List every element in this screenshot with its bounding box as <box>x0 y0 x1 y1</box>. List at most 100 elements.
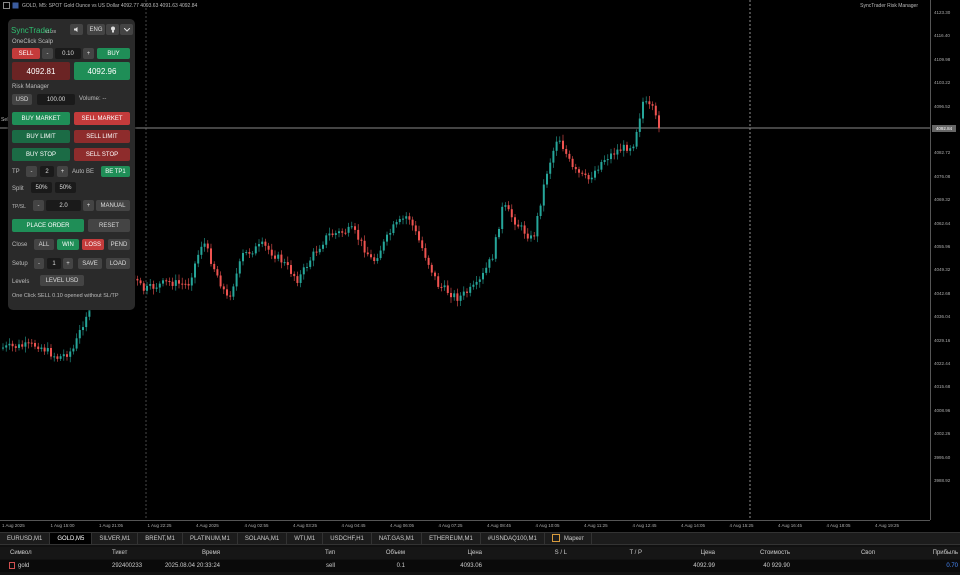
lot-plus-button[interactable]: + <box>83 48 94 59</box>
candle <box>315 245 318 257</box>
load-button[interactable]: LOAD <box>106 258 130 269</box>
candle <box>40 344 43 352</box>
menu-icon[interactable] <box>12 2 19 9</box>
sound-icon[interactable] <box>70 24 83 35</box>
candle <box>309 257 312 270</box>
position-row[interactable]: gold 292400233 2025.08.04 20:33:24 sell 0.1 4… <box>0 560 960 572</box>
symbol-info: GOLD, M5: SPOT Gold Ounce vs US Dollar 4… <box>22 3 198 9</box>
candle <box>507 201 510 212</box>
buy-stop-button[interactable]: BUY STOP <box>12 148 70 161</box>
column-header[interactable]: T / P <box>629 550 642 556</box>
candle <box>600 159 603 173</box>
save-button[interactable]: SAVE <box>78 258 102 269</box>
chart-area[interactable]: GOLD, M5: SPOT Gold Ounce vs US Dollar 4… <box>0 0 930 520</box>
tab-label: #USNDAQ100,M1 <box>487 536 537 542</box>
column-header[interactable]: Тикет <box>112 550 127 556</box>
candle <box>232 283 235 301</box>
price-tick: 3988.92 <box>934 478 951 483</box>
be-tp1-button[interactable]: BE TP1 <box>101 166 130 177</box>
tpsl-minus-button[interactable]: - <box>33 200 44 211</box>
tpsl-plus-button[interactable]: + <box>83 200 94 211</box>
candle <box>587 172 590 184</box>
column-header[interactable]: Цена <box>701 550 715 556</box>
time-tick: 1 Aug 21:05 <box>99 523 124 528</box>
lot-input[interactable]: 0.10 <box>55 48 81 59</box>
lot-minus-button[interactable]: - <box>42 48 53 59</box>
risk-currency-button[interactable]: USD <box>12 94 32 105</box>
candle <box>626 141 628 154</box>
sell-market-button[interactable]: SELL MARKET <box>74 112 130 125</box>
candle <box>229 291 232 301</box>
column-header[interactable]: Символ <box>10 550 32 556</box>
column-header[interactable]: Время <box>202 550 220 556</box>
risk-amount-input[interactable]: 100.00 <box>37 94 75 105</box>
reset-button[interactable]: RESET <box>88 219 130 232</box>
candle <box>603 155 606 165</box>
candle <box>456 288 459 307</box>
candle <box>405 212 408 225</box>
sell-limit-button[interactable]: SELL LIMIT <box>74 130 130 143</box>
candle <box>34 339 36 350</box>
candle <box>366 246 369 257</box>
candle <box>53 352 56 362</box>
candle <box>344 228 347 236</box>
tab-label: GOLD,M5 <box>57 536 85 542</box>
terminal-header: Символ Тикет Время Тип Объем Цена S / L T / P Це… <box>0 547 960 559</box>
split-1-input[interactable]: 50% <box>31 182 52 193</box>
level-usd-button[interactable]: LEVEL USD <box>40 275 84 286</box>
setup-plus-button[interactable]: + <box>63 258 73 269</box>
candle <box>488 257 491 273</box>
candle <box>338 228 340 238</box>
tp-minus-button[interactable]: - <box>26 166 37 177</box>
column-header[interactable]: Объем <box>386 550 405 556</box>
column-header[interactable]: Стоимость <box>760 550 790 556</box>
close-pending-button[interactable]: PEND <box>108 239 130 250</box>
setup-input[interactable]: 1 <box>47 258 61 269</box>
close-all-button[interactable]: ALL <box>34 239 54 250</box>
column-header[interactable]: Своп <box>861 550 875 556</box>
tpsl-input[interactable]: 2.0 <box>46 200 81 211</box>
candle <box>290 260 292 278</box>
time-tick: 4 Aug 08:45 <box>487 523 512 528</box>
column-header[interactable]: Цена <box>468 550 482 556</box>
candle <box>571 156 574 170</box>
time-tick: 1 Aug 22:25 <box>147 523 172 528</box>
column-header[interactable]: Тип <box>325 550 335 556</box>
time-tick: 4 Aug 14:05 <box>681 523 706 528</box>
position-cell: 4093.06 <box>460 563 482 569</box>
candle <box>50 344 52 360</box>
manual-button[interactable]: MANUAL <box>96 200 130 211</box>
oneclick-buy-button[interactable]: BUY <box>97 48 130 59</box>
candle <box>437 272 440 290</box>
tp-plus-button[interactable]: + <box>57 166 68 177</box>
buy-limit-button[interactable]: BUY LIMIT <box>12 130 70 143</box>
position-cell: sell <box>325 563 335 569</box>
ask-price-button[interactable]: 4092.96 <box>74 62 130 80</box>
chevron-down-icon[interactable] <box>120 24 133 35</box>
panel-version: v1.28 <box>45 29 57 34</box>
split-label: Split <box>12 186 24 192</box>
oneclick-sell-button[interactable]: SELL <box>12 48 40 59</box>
tp-count-input[interactable]: 2 <box>40 166 54 177</box>
column-header[interactable]: S / L <box>555 550 567 556</box>
bid-price-button[interactable]: 4092.81 <box>12 62 70 80</box>
candlestick-chart[interactable] <box>0 0 930 520</box>
sell-stop-button[interactable]: SELL STOP <box>74 148 130 161</box>
candle <box>629 145 632 156</box>
split-2-input[interactable]: 50% <box>55 182 76 193</box>
setup-label: Setup <box>12 261 28 267</box>
setup-minus-button[interactable]: - <box>34 258 44 269</box>
column-header[interactable]: Прибыль <box>933 550 958 556</box>
language-button[interactable]: ENG <box>87 24 105 35</box>
time-tick: 1 Aug 15:00 <box>50 523 75 528</box>
auto-be-label: Auto BE <box>72 169 95 175</box>
candle <box>469 283 472 297</box>
place-order-button[interactable]: PLACE ORDER <box>12 219 84 232</box>
bulb-icon[interactable] <box>106 24 119 35</box>
candle <box>523 221 526 239</box>
price-tick: 4082.72 <box>934 150 951 156</box>
close-win-button[interactable]: WIN <box>57 239 79 250</box>
buy-market-button[interactable]: BUY MARKET <box>12 112 70 125</box>
candle <box>382 239 385 254</box>
close-loss-button[interactable]: LOSS <box>82 239 104 250</box>
